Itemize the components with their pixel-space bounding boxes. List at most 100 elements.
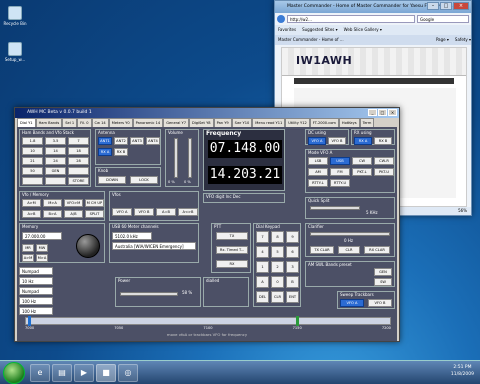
rx-b-button[interactable]: RX B: [114, 148, 128, 156]
mode-button[interactable]: LSB: [308, 157, 328, 165]
app-tab[interactable]: Swr Y10: [231, 118, 253, 127]
vfo-b-button[interactable]: VFO B: [134, 208, 154, 216]
mode-button[interactable]: RTTY-L: [308, 179, 328, 187]
app-tab[interactable]: Dial Y1: [17, 118, 36, 127]
minimize-button[interactable]: _: [368, 109, 377, 116]
band-button[interactable]: 50: [22, 167, 43, 175]
ie-taskbar-icon[interactable]: e: [30, 364, 50, 382]
keypad-key[interactable]: 6: [286, 246, 299, 258]
power-slider[interactable]: [120, 292, 178, 296]
zoom-level[interactable]: 56%: [458, 208, 467, 213]
sweep-vfo-a-button[interactable]: VFO A: [340, 299, 364, 307]
search-input[interactable]: Google: [417, 15, 469, 23]
app-tab[interactable]: FT-2000.com: [309, 118, 339, 127]
knob-lock-button[interactable]: LOCK: [130, 176, 158, 184]
band-button[interactable]: 7: [68, 137, 89, 145]
vfo-b-frequency[interactable]: 14.203.21: [208, 166, 282, 184]
band-button[interactable]: [45, 177, 66, 185]
vfo-memory-button[interactable]: M>A: [43, 199, 62, 207]
band-button[interactable]: 18: [68, 147, 89, 155]
antenna-button-2[interactable]: ANT2: [114, 137, 128, 145]
vfo-memory-button[interactable]: B>A: [43, 210, 62, 218]
vfo-memory-button[interactable]: VFO>M: [64, 199, 83, 207]
app-tab[interactable]: Pan Y9: [213, 118, 232, 127]
app-tab[interactable]: DigiSet Y8: [188, 118, 214, 127]
keypad-key[interactable]: ENT: [286, 291, 299, 303]
vfo-memory-button[interactable]: M CH UP: [85, 199, 104, 207]
numpad-select-1[interactable]: Numpad: [19, 267, 53, 275]
clarifier-slider[interactable]: [310, 232, 390, 236]
keypad-key[interactable]: B: [286, 276, 299, 288]
app-tab[interactable]: Ham Bands: [35, 118, 63, 127]
mode-button[interactable]: AM: [308, 168, 328, 176]
step-select-1[interactable]: 10 Hz: [19, 277, 53, 285]
taskbar-clock[interactable]: 2:51 PM 11/8/2009: [451, 364, 474, 378]
mode-button[interactable]: PKT-U: [374, 168, 394, 176]
desktop-icon-recycle-bin[interactable]: Recycle Bin: [2, 6, 28, 26]
a-to-m-button[interactable]: A>M: [22, 254, 34, 262]
app-tab[interactable]: Sel 1: [62, 118, 78, 127]
keypad-key[interactable]: 9: [286, 231, 299, 243]
rx-using-b-button[interactable]: RX B: [374, 137, 392, 145]
sweep-thumb-b[interactable]: [296, 316, 299, 326]
antenna-button-3[interactable]: ANT3: [130, 137, 144, 145]
keypad-key[interactable]: 7: [256, 231, 269, 243]
app-tab[interactable]: General Y7: [163, 118, 189, 127]
usb60-channel-select[interactable]: Australia [WIA/WICEN Emergency]: [112, 242, 196, 250]
app-tab[interactable]: Meters Y0: [108, 118, 133, 127]
band-button[interactable]: 14: [45, 147, 66, 155]
rx-using-a-button[interactable]: RX A: [354, 137, 372, 145]
memory-frequency[interactable]: 27.000.00: [22, 232, 62, 240]
app-tab[interactable]: HotKeys: [338, 118, 360, 127]
vfo-swap-button[interactable]: A<>B: [178, 208, 198, 216]
vfo-a-frequency[interactable]: 07.148.00: [208, 140, 282, 158]
vfo-memory-button[interactable]: A>B: [22, 210, 41, 218]
swl-sw-button[interactable]: SW: [374, 278, 392, 286]
dc-vfo-b-button[interactable]: VFO B: [328, 137, 346, 145]
keypad-key[interactable]: 4: [256, 246, 269, 258]
volume-slider-b[interactable]: [188, 138, 192, 178]
app-tab[interactable]: Term: [359, 118, 375, 127]
memory-write-button[interactable]: MW: [36, 244, 48, 252]
close-button[interactable]: ×: [453, 2, 469, 10]
keypad-key[interactable]: 3: [286, 261, 299, 273]
sweep-vfo-b-button[interactable]: VFO B: [368, 299, 392, 307]
keypad-key[interactable]: 0: [271, 276, 284, 288]
volume-slider-a[interactable]: [174, 138, 178, 178]
memory-knob[interactable]: [76, 234, 100, 258]
keypad-key[interactable]: A: [256, 276, 269, 288]
rx-timed-button[interactable]: Rx. Timed T...: [216, 246, 248, 254]
usb60-frequency[interactable]: 5102.0 kHz: [112, 232, 152, 240]
m-to-a-button[interactable]: M>A: [36, 254, 48, 262]
fav-item[interactable]: Web Slice Gallery ▾: [344, 25, 382, 35]
band-button[interactable]: 21: [22, 157, 43, 165]
media-taskbar-icon[interactable]: ▶: [74, 364, 94, 382]
app-tab[interactable]: Fil. 0: [77, 118, 92, 127]
clar-clear-button[interactable]: CLR: [338, 246, 360, 254]
mode-button[interactable]: PKT-L: [352, 168, 372, 176]
vfo-memory-button[interactable]: A>M: [22, 199, 41, 207]
keypad-key[interactable]: DEL: [256, 291, 269, 303]
back-icon[interactable]: [277, 15, 285, 23]
browser-tab[interactable]: Master Commander - Home of ...: [278, 35, 344, 45]
fav-item[interactable]: Suggested Sites ▾: [302, 25, 338, 35]
band-button[interactable]: 28: [68, 157, 89, 165]
desktop-icon-setup[interactable]: Setup_w...: [2, 42, 28, 62]
favorites-button[interactable]: Favorites: [278, 25, 296, 35]
keypad-key[interactable]: CLR: [271, 291, 284, 303]
vfo-memory-button[interactable]: SPLIT: [85, 210, 104, 218]
app-tab[interactable]: Cw 14: [91, 118, 109, 127]
app-taskbar-icon[interactable]: ■: [96, 364, 116, 382]
memory-read-button[interactable]: MR: [22, 244, 34, 252]
band-button[interactable]: 3.5: [45, 137, 66, 145]
safety-menu[interactable]: Safety ▾: [455, 35, 471, 45]
maximize-button[interactable]: □: [440, 2, 452, 10]
numpad-select-2[interactable]: Numpad: [19, 287, 53, 295]
vfo-memory-button[interactable]: A/B: [64, 210, 83, 218]
vfo-equal-button[interactable]: A=B: [156, 208, 176, 216]
swl-gen-button[interactable]: GEN: [374, 268, 392, 276]
maximize-button[interactable]: □: [378, 109, 387, 116]
step-select-3[interactable]: 100 Hz: [19, 307, 53, 315]
band-button[interactable]: 10: [22, 147, 43, 155]
mode-button[interactable]: CW-R: [374, 157, 394, 165]
